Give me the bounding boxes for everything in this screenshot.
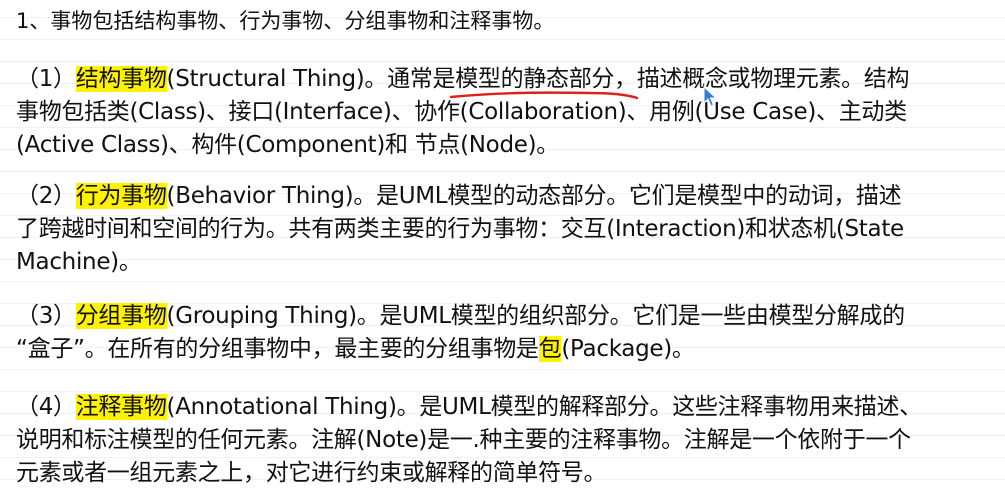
text-span: (Package)。 — [561, 336, 695, 362]
text-line: “盒子”。在所有的分组事物中，最主要的分组事物是包(Package)。 — [16, 333, 991, 366]
annotated-text: 模型的静态部分 — [455, 66, 615, 92]
highlighted-term: 结构事物 — [75, 66, 167, 92]
text-line: （3）分组事物(Grouping Thing)。是UML模型的组织部分。它们是一… — [16, 300, 991, 333]
red-underline-annotation: 模型的静态部分 — [450, 63, 639, 100]
text-line: Machine)。 — [16, 249, 142, 275]
text-line: 元素或者一组元素之上，对它进行约束或解释的简单符号。 — [16, 460, 607, 486]
text-span: ，描述概念或物理元素。结构 — [614, 66, 910, 92]
text-span: (Structural Thing)。通常是 — [166, 66, 456, 92]
section-number: （3） — [16, 303, 76, 329]
section-behavior-thing: （2）行为事物(Behavior Thing)。是UML模型的动态部分。它们是模… — [16, 180, 991, 279]
section-number: （2） — [16, 183, 76, 209]
highlighted-term: 分组事物 — [75, 303, 167, 329]
section-structural-thing: （1）结构事物(Structural Thing)。通常是模型的静态部分 ，描述概… — [16, 63, 991, 162]
text-span: “盒子”。在所有的分组事物中，最主要的分组事物是 — [16, 336, 539, 362]
highlighted-term: 行为事物 — [75, 183, 167, 209]
text-span: (Behavior Thing)。是UML模型的动态部分。它们是模型中的动词，描… — [166, 183, 902, 209]
text-line: 了跨越时间和空间的行为。共有两类主要的行为事物：交互(Interaction)和… — [16, 216, 904, 242]
highlighted-term: 包 — [538, 336, 562, 362]
text-span: (Grouping Thing)。是UML模型的组织部分。它们是一些由模型分解成… — [166, 303, 906, 329]
section-grouping-thing: （3）分组事物(Grouping Thing)。是UML模型的组织部分。它们是一… — [16, 300, 991, 366]
slide-heading: 1、事物包括结构事物、行为事物、分组事物和注释事物。 — [16, 9, 555, 33]
section-annotational-thing: （4）注释事物(Annotational Thing)。是UML模型的解释部分。… — [16, 391, 991, 490]
text-line: 说明和标注模型的任何元素。注解(Note)是一.种主要的注释事物。注解是一个依附… — [16, 427, 911, 453]
text-line: （4）注释事物(Annotational Thing)。是UML模型的解释部分。… — [16, 391, 991, 424]
text-line: 事物包括类(Class)、接口(Interface)、协作(Collaborat… — [16, 99, 907, 125]
highlighted-term: 注释事物 — [75, 394, 167, 420]
slide-page: 1、事物包括结构事物、行为事物、分组事物和注释事物。 （1）结构事物(Struc… — [0, 0, 1005, 493]
text-line: (Active Class)、构件(Component)和 节点(Node)。 — [16, 132, 559, 158]
text-line: （2）行为事物(Behavior Thing)。是UML模型的动态部分。它们是模… — [16, 180, 991, 213]
section-number: （4） — [16, 394, 76, 420]
section-number: （1） — [16, 66, 76, 92]
text-span: (Annotational Thing)。是UML模型的解释部分。这些注释事物用… — [166, 394, 923, 420]
mouse-pointer-icon — [703, 86, 717, 107]
text-line: （1）结构事物(Structural Thing)。通常是模型的静态部分 ，描述概… — [16, 63, 991, 100]
